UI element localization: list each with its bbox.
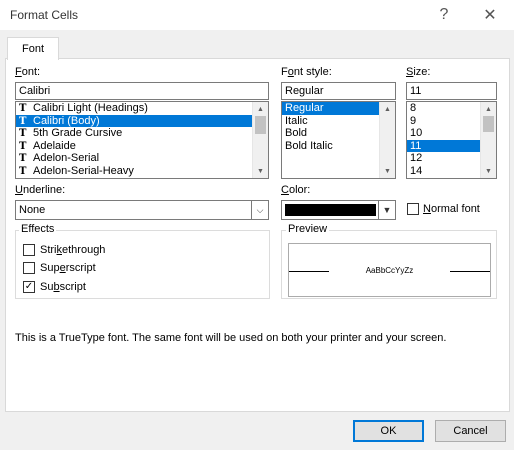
font-list-item[interactable]: T Calibri Light (Headings)	[16, 102, 254, 115]
preview-sample-text: AaBbCcYyZz	[365, 266, 414, 275]
subscript-checkbox[interactable]: ✓	[23, 281, 35, 293]
superscript-label: Superscript	[40, 262, 96, 274]
preview-title: Preview	[286, 223, 330, 235]
font-style-listbox[interactable]: Regular Italic Bold Bold Italic ▲ ▼	[281, 101, 396, 179]
size-item[interactable]: 12	[407, 152, 481, 165]
color-swatch	[285, 204, 376, 216]
cancel-button[interactable]: Cancel	[435, 420, 506, 442]
font-list-item[interactable]: T 5th Grade Cursive	[16, 127, 254, 140]
tab-font-label: Font	[21, 43, 44, 55]
truetype-icon: T	[19, 165, 27, 177]
normal-font-checkbox[interactable]	[407, 203, 419, 215]
normal-font-label: Normal font	[423, 203, 480, 215]
truetype-icon: T	[19, 128, 27, 139]
preview-box: AaBbCcYyZz	[288, 243, 491, 297]
font-list-item[interactable]: T Adelon-Serial	[16, 152, 254, 165]
scroll-up-arrow-icon[interactable]: ▲	[481, 102, 496, 116]
scroll-down-arrow-icon[interactable]: ▼	[380, 164, 395, 178]
font-list-item-selected[interactable]: T Calibri (Body)	[16, 114, 254, 127]
truetype-info-text: This is a TrueType font. The same font w…	[15, 332, 447, 344]
font-style-input[interactable]: Regular	[281, 82, 396, 100]
strikethrough-checkbox[interactable]	[23, 244, 35, 256]
close-button[interactable]: ✕	[478, 4, 502, 26]
checkmark-icon: ✓	[24, 281, 34, 292]
font-style-scrollbar[interactable]: ▲ ▼	[379, 102, 395, 178]
font-list-item[interactable]: T Adelon-Serial-Heavy	[16, 165, 254, 178]
window-title: Format Cells	[10, 8, 79, 22]
subscript-label: Subscript	[40, 281, 86, 293]
size-item[interactable]: 8	[407, 102, 481, 115]
size-input-value: 11	[410, 85, 422, 97]
truetype-icon: T	[19, 103, 27, 114]
font-style-item[interactable]: Bold Italic	[282, 140, 380, 153]
font-scroll-thumb[interactable]	[255, 116, 266, 134]
chevron-down-icon[interactable]: ▼	[378, 201, 395, 219]
font-input-value: Calibri	[19, 85, 51, 97]
size-label: Size:	[406, 66, 431, 78]
help-button[interactable]: ?	[432, 4, 456, 26]
ok-button-label: OK	[380, 425, 397, 437]
cancel-button-label: Cancel	[453, 425, 488, 437]
effects-title: Effects	[19, 223, 57, 235]
size-input[interactable]: 11	[406, 82, 497, 100]
strikethrough-label: Strikethrough	[40, 244, 106, 256]
scroll-up-arrow-icon[interactable]: ▲	[253, 102, 268, 116]
size-scrollbar[interactable]: ▲ ▼	[480, 102, 496, 178]
scroll-down-arrow-icon[interactable]: ▼	[253, 164, 268, 178]
font-label: Font:	[15, 66, 41, 78]
underline-label: Underline:	[15, 184, 66, 196]
font-style-item-selected[interactable]: Regular	[282, 102, 380, 115]
close-icon: ✕	[483, 7, 497, 24]
scroll-up-arrow-icon[interactable]: ▲	[380, 102, 395, 116]
underline-dropdown[interactable]: None ⌵	[15, 200, 269, 220]
size-item[interactable]: 10	[407, 127, 481, 140]
help-icon: ?	[439, 6, 449, 23]
tab-font[interactable]: Font	[7, 37, 59, 60]
font-style-label: Font style:	[281, 66, 332, 78]
chevron-down-icon[interactable]: ⌵	[251, 201, 268, 219]
font-style-item[interactable]: Italic	[282, 115, 380, 128]
size-item[interactable]: 14	[407, 165, 481, 178]
ok-button[interactable]: OK	[353, 420, 424, 442]
size-listbox[interactable]: 8 9 10 11 12 14 ▲ ▼	[406, 101, 497, 179]
underline-value: None	[19, 204, 46, 216]
superscript-checkbox[interactable]	[23, 262, 35, 274]
size-scroll-thumb[interactable]	[483, 116, 494, 132]
font-style-input-value: Regular	[285, 85, 324, 97]
font-list-item[interactable]: T Adelaide	[16, 140, 254, 153]
scroll-down-arrow-icon[interactable]: ▼	[481, 164, 496, 178]
truetype-icon: T	[19, 153, 27, 164]
font-listbox[interactable]: T Calibri Light (Headings) T Calibri (Body…	[15, 101, 269, 179]
color-dropdown[interactable]: ▼	[281, 200, 396, 220]
font-input[interactable]: Calibri	[15, 82, 269, 100]
size-item[interactable]: 9	[407, 115, 481, 128]
size-item-selected[interactable]: 11	[407, 139, 481, 152]
color-label: Color:	[281, 184, 311, 196]
font-style-item[interactable]: Bold	[282, 127, 380, 140]
font-scrollbar[interactable]: ▲ ▼	[252, 102, 268, 178]
